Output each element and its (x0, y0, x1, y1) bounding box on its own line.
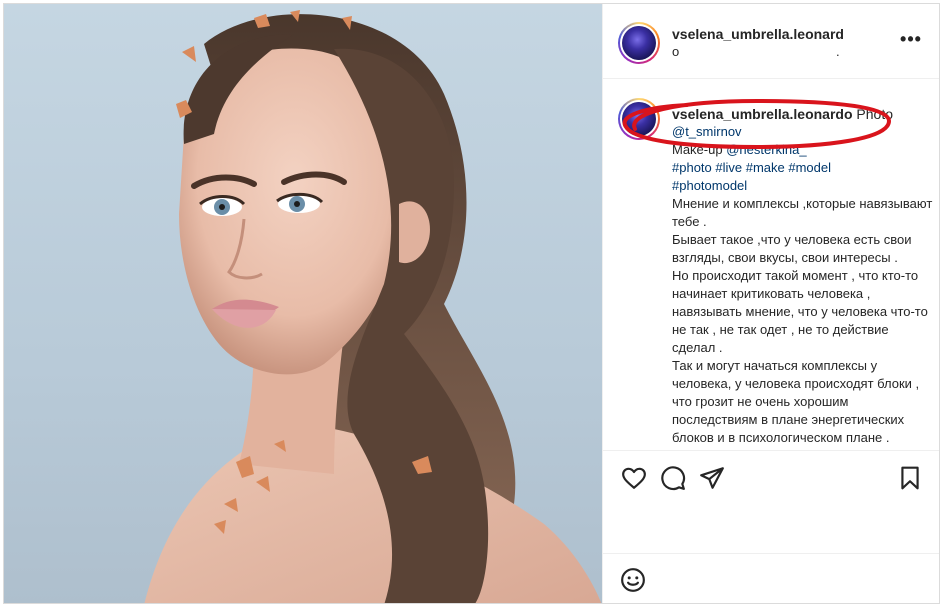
caption-head-word: Photo (856, 106, 894, 122)
post-side-panel: vselena_umbrella.leonard o . ••• vselena… (602, 4, 939, 603)
emoji-icon[interactable] (620, 567, 646, 593)
photo-credit[interactable]: @t_smirnov (672, 123, 934, 141)
more-options-icon[interactable]: ••• (899, 29, 923, 53)
bookmark-icon[interactable] (897, 465, 923, 491)
post-window: vselena_umbrella.leonard o . ••• vselena… (3, 3, 940, 604)
header-username[interactable]: vselena_umbrella.leonard (672, 26, 844, 42)
caption-username[interactable]: vselena_umbrella.leonardo (672, 106, 853, 122)
avatar[interactable] (618, 22, 660, 64)
portrait-illustration (144, 10, 602, 603)
comment-icon[interactable] (660, 465, 686, 491)
header-subtitle-text: o (672, 44, 680, 59)
post-photo[interactable] (4, 4, 602, 603)
makeup-line: Make-up @nesterkina_ (672, 141, 934, 159)
caption: vselena_umbrella.leonardo Photo @t_smirn… (672, 105, 934, 447)
hashtags-line-1[interactable]: #photo #live #make #model (672, 159, 934, 177)
caption-area: vselena_umbrella.leonardo Photo @t_smirn… (603, 80, 939, 450)
caption-text: Мнение и комплексы ,которые навязывают т… (672, 196, 933, 445)
makeup-label: Make-up (672, 142, 723, 157)
caption-avatar[interactable] (618, 98, 660, 140)
caption-head: vselena_umbrella.leonardo Photo (672, 105, 934, 123)
heart-icon[interactable] (621, 465, 647, 491)
header-subtitle-dot: . (836, 44, 840, 59)
share-icon[interactable] (699, 465, 725, 491)
action-bar (603, 450, 939, 510)
hashtags-line-2[interactable]: #photomodel (672, 177, 934, 195)
comment-bar (603, 553, 939, 603)
makeup-credit[interactable]: @nesterkina_ (726, 142, 806, 157)
post-header: vselena_umbrella.leonard o . ••• (603, 4, 939, 79)
header-subtitle: o . (672, 44, 840, 59)
